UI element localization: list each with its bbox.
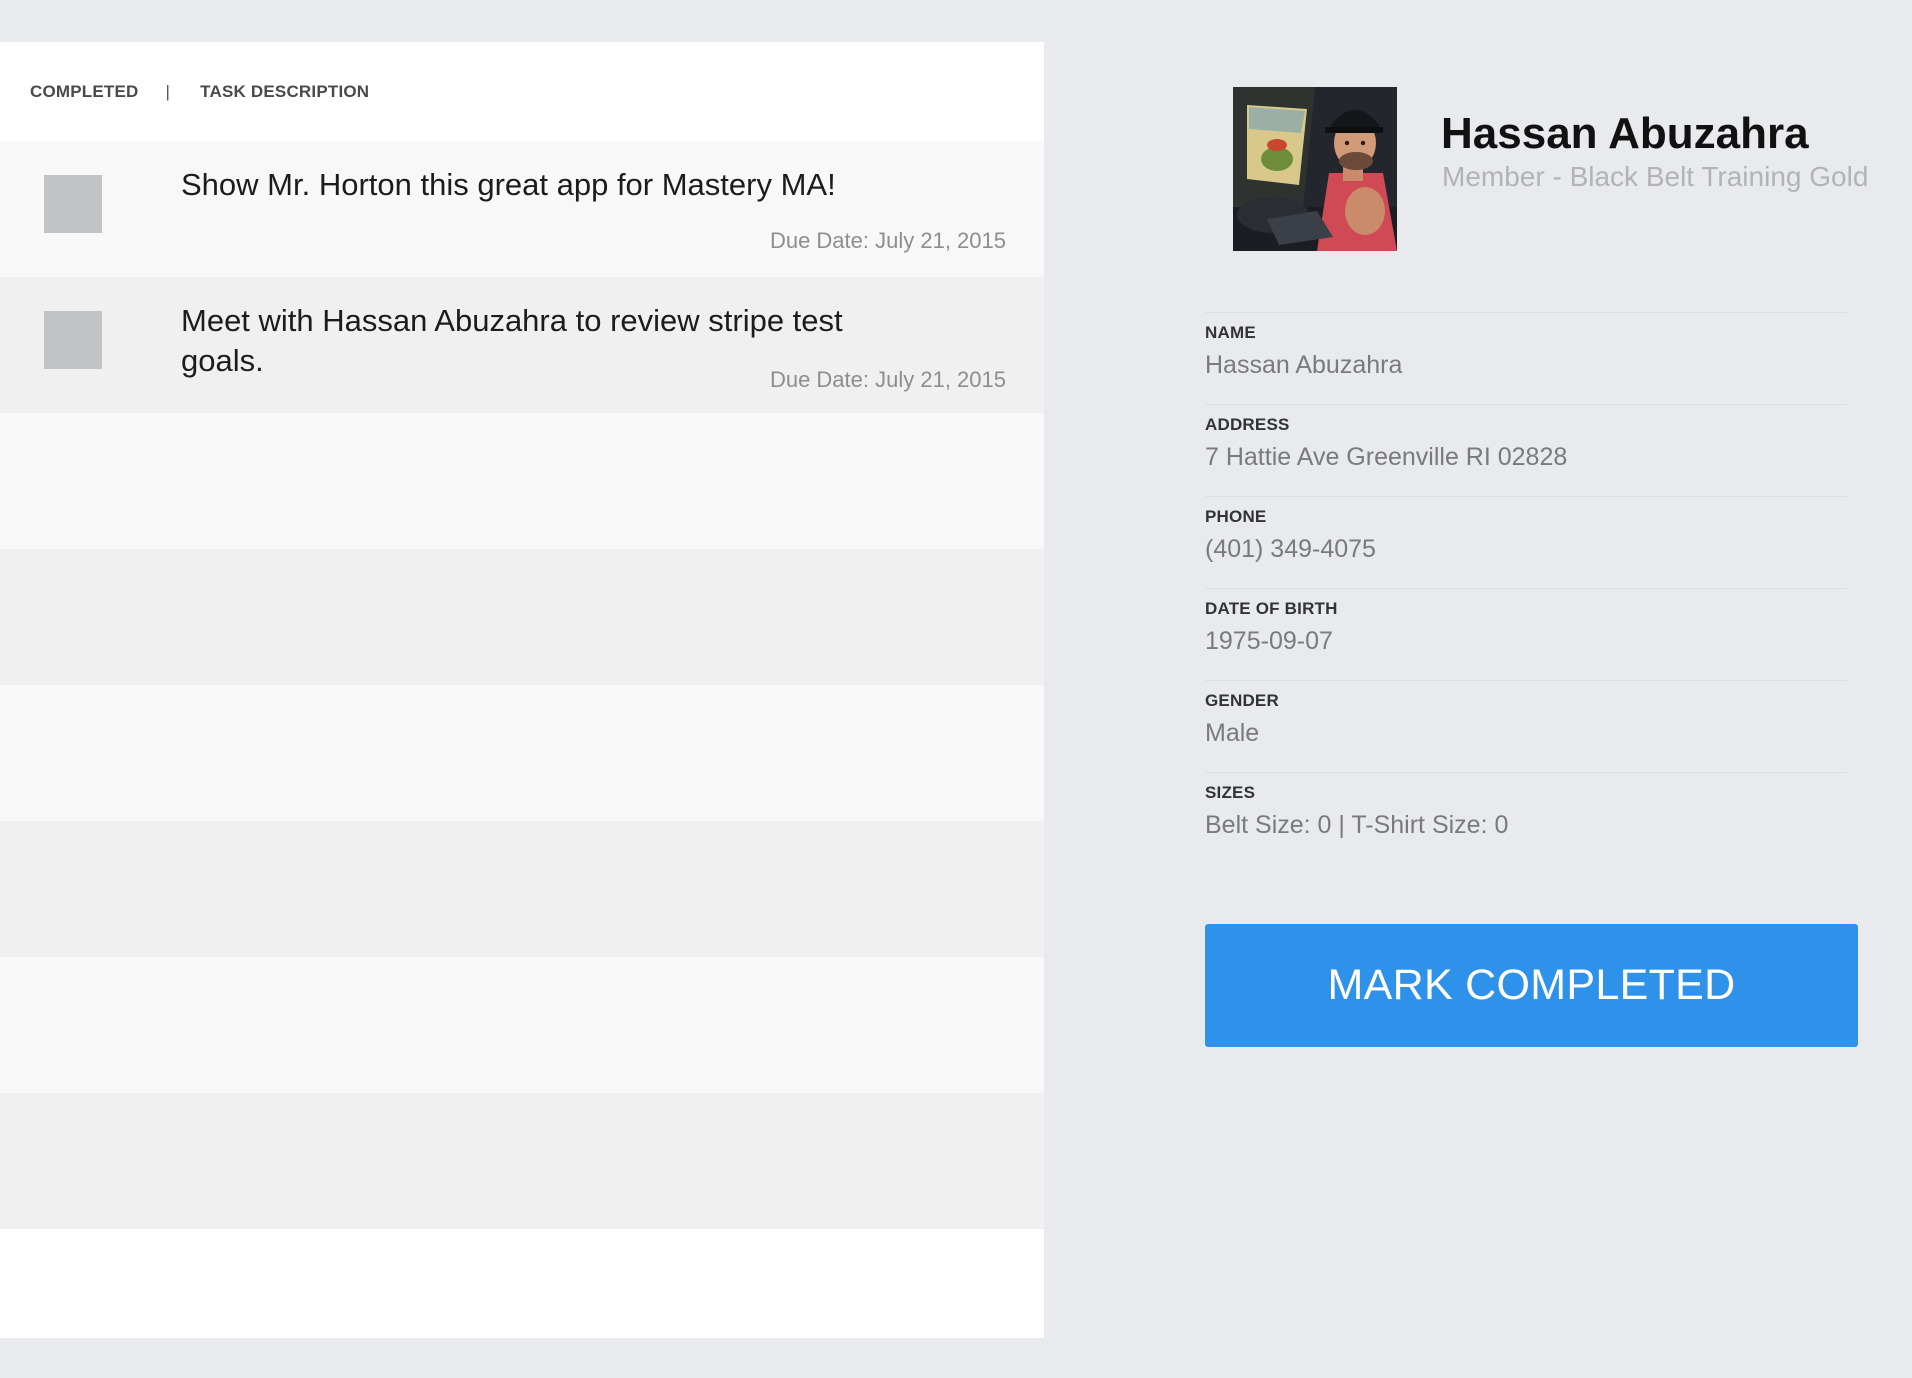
detail-value: Belt Size: 0 | T-Shirt Size: 0: [1205, 811, 1509, 839]
empty-task-row: [0, 549, 1044, 685]
detail-phone: PHONE (401) 349-4075: [1205, 496, 1847, 588]
detail-label: SIZES: [1205, 783, 1256, 802]
detail-value: Male: [1205, 719, 1260, 747]
task-due-date: Due Date: July 21, 2015: [769, 367, 1006, 392]
empty-task-row: [0, 413, 1044, 549]
member-avatar: [1233, 87, 1397, 251]
task-row[interactable]: Meet with Hassan Abuzahra to review stri…: [0, 277, 1044, 413]
detail-label: GENDER: [1205, 691, 1279, 710]
member-name: Hassan Abuzahra: [1441, 109, 1809, 158]
membership-subtitle: Member - Black Belt Training Gold: [1442, 161, 1869, 192]
detail-gender: GENDER Male: [1205, 680, 1847, 772]
detail-address: ADDRESS 7 Hattie Ave Greenville RI 02828: [1205, 404, 1847, 496]
detail-value: Hassan Abuzahra: [1205, 351, 1403, 379]
task-description: Show Mr. Horton this great app for Maste…: [181, 167, 836, 202]
tasks-table-header: COMPLETED | TASK DESCRIPTION: [0, 42, 1044, 141]
empty-task-row: [0, 1093, 1044, 1229]
detail-label: ADDRESS: [1205, 415, 1290, 434]
detail-value: 7 Hattie Ave Greenville RI 02828: [1205, 443, 1568, 471]
completed-column-header: COMPLETED: [30, 81, 139, 101]
detail-value: (401) 349-4075: [1205, 535, 1376, 563]
mark-completed-button[interactable]: MARK COMPLETED: [1205, 924, 1858, 1047]
detail-label: NAME: [1205, 323, 1256, 342]
header-separator: |: [165, 81, 171, 101]
empty-task-row: [0, 685, 1044, 821]
detail-label: PHONE: [1205, 507, 1267, 526]
detail-sizes: SIZES Belt Size: 0 | T-Shirt Size: 0: [1205, 772, 1847, 864]
detail-name: NAME Hassan Abuzahra: [1205, 312, 1847, 404]
task-description-column-header: TASK DESCRIPTION: [200, 81, 370, 101]
task-completed-checkbox[interactable]: [44, 175, 102, 233]
empty-task-row: [0, 957, 1044, 1093]
task-completed-checkbox[interactable]: [44, 311, 102, 369]
task-row[interactable]: Show Mr. Horton this great app for Maste…: [0, 141, 1044, 277]
task-due-date: Due Date: July 21, 2015: [769, 228, 1006, 253]
detail-date-of-birth: DATE OF BIRTH 1975-09-07: [1205, 588, 1847, 680]
detail-value: 1975-09-07: [1205, 627, 1333, 655]
detail-label: DATE OF BIRTH: [1205, 599, 1338, 618]
tasks-panel: COMPLETED | TASK DESCRIPTION Show Mr. Ho…: [0, 42, 1044, 1338]
empty-task-row: [0, 821, 1044, 957]
member-details: NAME Hassan Abuzahra ADDRESS 7 Hattie Av…: [1205, 312, 1847, 864]
